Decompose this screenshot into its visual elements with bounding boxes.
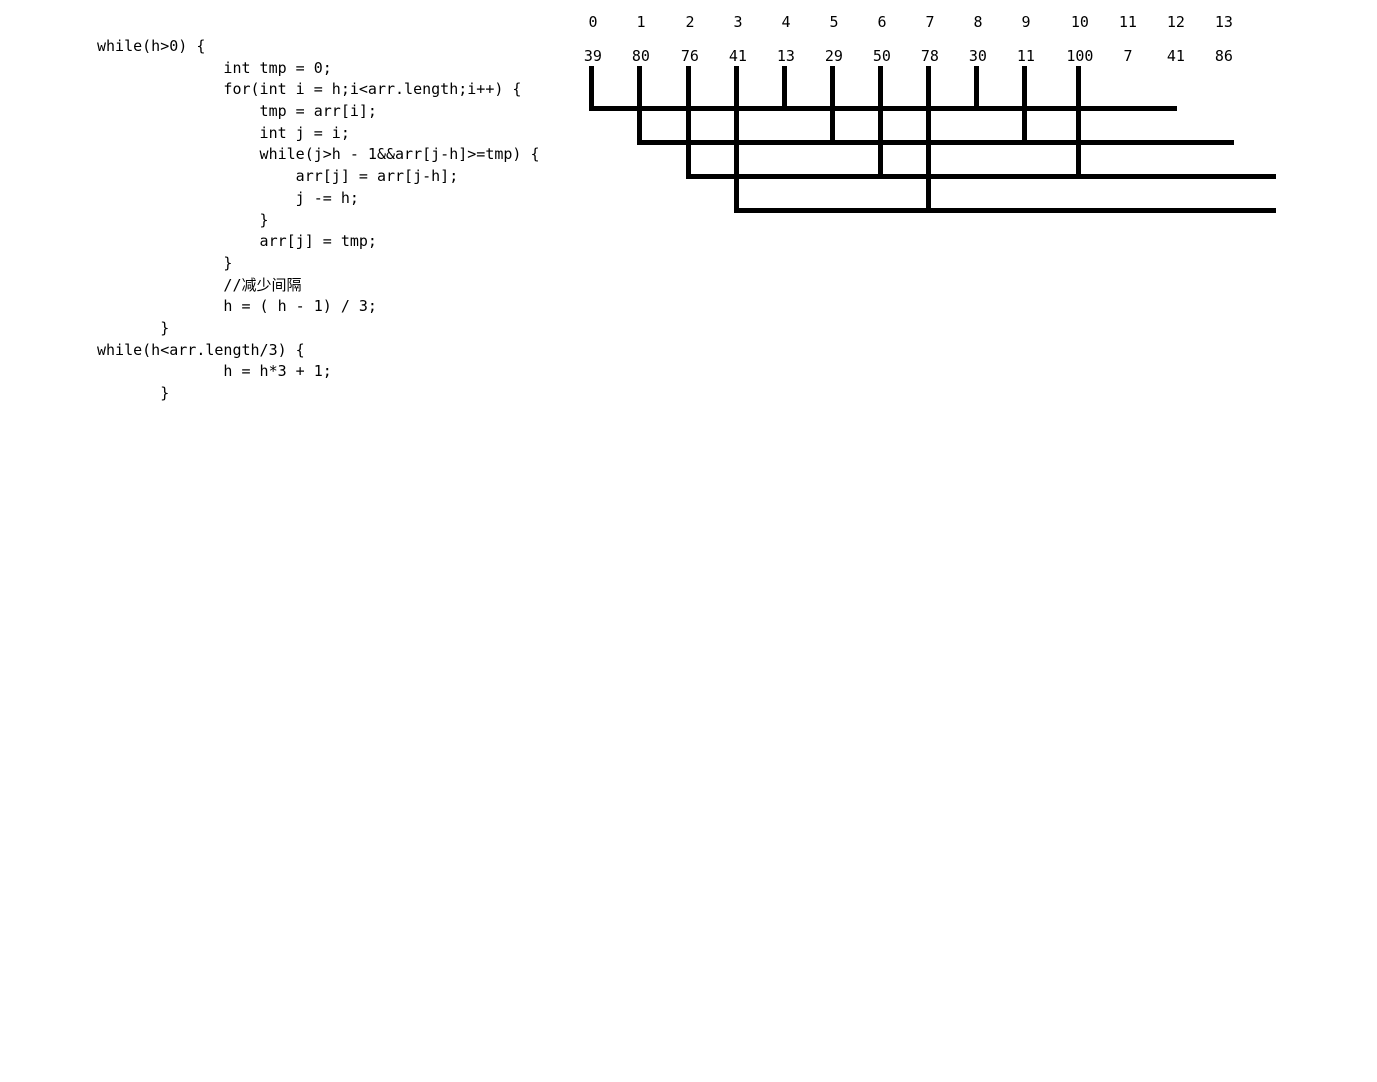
group-node-dot xyxy=(1076,174,1081,179)
group-node-dot xyxy=(974,106,979,111)
code-line: h = ( h - 1) / 3; xyxy=(97,297,377,316)
group-node-dot xyxy=(589,106,594,111)
column-connector-line xyxy=(974,66,979,111)
array-index-label: 6 xyxy=(877,13,887,31)
array-value-label: 13 xyxy=(776,47,795,65)
array-index-label: 7 xyxy=(925,13,935,31)
group-node-dot xyxy=(637,140,642,145)
array-index-label: 5 xyxy=(829,13,839,31)
array-index-label: 9 xyxy=(1021,13,1031,31)
array-value-label: 100 xyxy=(1066,47,1094,65)
array-value-label: 86 xyxy=(1214,47,1233,65)
array-value-label: 78 xyxy=(920,47,939,65)
column-connector-line xyxy=(1076,66,1081,179)
group-line xyxy=(637,140,1234,145)
array-index-label: 3 xyxy=(733,13,743,31)
group-line xyxy=(589,106,1177,111)
code-line: while(h<arr.length/3) { xyxy=(97,340,305,359)
group-line xyxy=(686,174,1276,179)
column-connector-line xyxy=(686,66,691,179)
array-index-label: 11 xyxy=(1118,13,1137,31)
array-index-label: 8 xyxy=(973,13,983,31)
code-line: //减少间隔 xyxy=(97,275,302,294)
array-index-label: 10 xyxy=(1070,13,1089,31)
array-value-label: 80 xyxy=(631,47,650,65)
array-value-label: 76 xyxy=(680,47,699,65)
array-value-label: 30 xyxy=(968,47,987,65)
code-line: h = h*3 + 1; xyxy=(97,362,332,381)
array-value-label: 29 xyxy=(824,47,843,65)
array-index-label: 12 xyxy=(1166,13,1185,31)
group-node-dot xyxy=(686,174,691,179)
array-index-label: 4 xyxy=(781,13,791,31)
group-node-dot xyxy=(878,174,883,179)
code-line: } xyxy=(97,384,170,402)
group-node-dot xyxy=(734,208,739,213)
array-index-label: 0 xyxy=(588,13,598,31)
group-line xyxy=(734,208,1276,213)
column-connector-line xyxy=(589,66,594,111)
array-value-label: 11 xyxy=(1016,47,1035,65)
array-value-label: 41 xyxy=(1166,47,1185,65)
group-node-dot xyxy=(782,106,787,111)
array-value-label: 7 xyxy=(1123,47,1133,65)
group-node-dot xyxy=(926,208,931,213)
code-line: } xyxy=(97,318,170,337)
group-node-dot xyxy=(1022,140,1027,145)
array-index-label: 2 xyxy=(685,13,695,31)
array-diagram: 0 1 2 3 4 5 6 7 8 9 10 11 12 13 39 80 76 41 13 29 50 78 30 11 10… xyxy=(0,0,1377,260)
array-value-label: 50 xyxy=(872,47,891,65)
array-index-label: 13 xyxy=(1214,13,1233,31)
column-connector-line xyxy=(782,66,787,111)
group-node-dot xyxy=(830,140,835,145)
array-value-label: 39 xyxy=(583,47,602,65)
array-index-label: 1 xyxy=(636,13,646,31)
column-connector-line xyxy=(878,66,883,179)
array-value-label: 41 xyxy=(728,47,747,65)
